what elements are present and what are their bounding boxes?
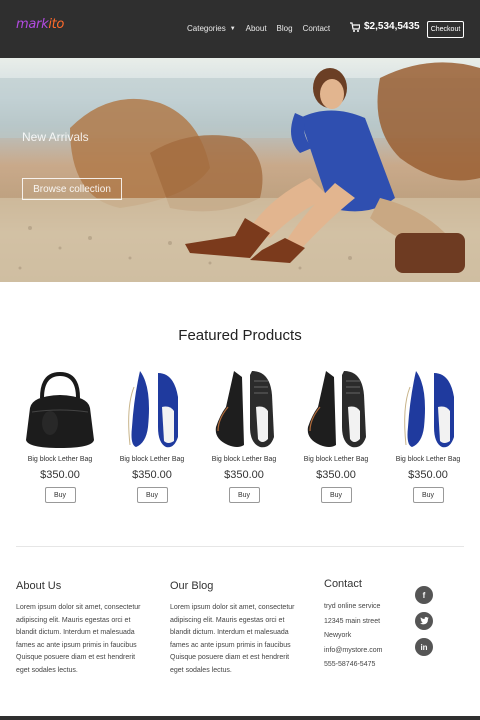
contact-street: 12345 main street	[324, 617, 381, 625]
nav-contact[interactable]: Contact	[303, 24, 331, 33]
product-name[interactable]: Big block Lether Bag	[14, 456, 106, 463]
linkedin-icon[interactable]: in	[415, 638, 433, 656]
nav-categories[interactable]: Categories ▼	[187, 24, 236, 33]
blue-shoes-icon[interactable]	[106, 366, 198, 452]
nav-about[interactable]: About	[246, 24, 267, 33]
product-name[interactable]: Big block Lether Bag	[106, 456, 198, 463]
browse-collection-button[interactable]: Browse collection	[22, 178, 122, 200]
product-name[interactable]: Big block Lether Bag	[198, 456, 290, 463]
nav-blog[interactable]: Blog	[277, 24, 293, 33]
buy-button[interactable]: Buy	[228, 487, 260, 503]
contact-title: Contact	[324, 578, 362, 590]
blog-line: fames ac ante ipsum primis in faucibus	[170, 641, 291, 649]
top-header: markito Categories ▼ About Blog Contact $…	[0, 0, 480, 58]
black-sneakers-icon[interactable]	[198, 366, 290, 452]
cart[interactable]: $2,534,5435	[350, 21, 420, 32]
blog-line: Lorem ipsum dolor sit amet, consectetur	[170, 604, 295, 611]
logo[interactable]: markito	[16, 17, 64, 32]
contact-city: Newyork	[324, 632, 352, 639]
product-price: $350.00	[40, 469, 80, 481]
contact-section: Contact tryd online service 12345 main s…	[324, 578, 410, 673]
about-line: adipiscing elit. Mauris egestas orci et	[16, 616, 131, 624]
twitter-icon[interactable]	[415, 612, 433, 630]
section-divider	[16, 546, 464, 547]
checkout-button[interactable]: Checkout	[427, 21, 464, 38]
hero-banner: New Arrivals Browse collection	[0, 58, 480, 282]
hero-image	[0, 62, 480, 282]
hero-title: New Arrivals	[22, 130, 89, 144]
black-sneakers-icon[interactable]	[290, 366, 382, 452]
about-section: About Us Lorem ipsum dolor sit amet, con…	[16, 580, 164, 677]
bottom-bar	[0, 716, 480, 720]
product-name[interactable]: Big block Lether Bag	[290, 456, 382, 463]
logo-part1: mark	[16, 17, 49, 32]
contact-email[interactable]: info@mystore.com	[324, 644, 410, 659]
about-title: About Us	[16, 580, 62, 592]
product-card[interactable]: Big block Lether Bag $350.00 Buy	[198, 366, 290, 516]
blog-line: Quisque posuere diam et est hendrerit	[170, 654, 290, 661]
product-price: $350.00	[132, 469, 172, 481]
cart-total: $2,534,5435	[364, 21, 420, 32]
main-nav: Categories ▼ About Blog Contact	[187, 24, 330, 33]
product-card[interactable]: Big block Lether Bag $350.00 Buy	[290, 366, 382, 516]
buy-button[interactable]: Buy	[44, 487, 76, 503]
blue-shoes-icon[interactable]	[382, 366, 474, 452]
product-price: $350.00	[224, 469, 264, 481]
about-line: Quisque posuere diam et est hendrerit	[16, 654, 136, 661]
blog-line: blandit dictum. Interdum et malesuada	[170, 629, 289, 636]
buy-button[interactable]: Buy	[320, 487, 352, 503]
facebook-icon[interactable]: f	[415, 586, 433, 604]
product-card[interactable]: Big block Lether Bag $350.00 Buy	[106, 366, 198, 516]
about-line: fames ac ante ipsum primis in faucibus	[16, 641, 137, 649]
bag-icon[interactable]	[14, 366, 106, 452]
logo-part2: ito	[48, 17, 65, 32]
about-line: blandit dictum. Interdum et malesuada	[16, 629, 135, 636]
product-card[interactable]: Big block Lether Bag $350.00 Buy	[14, 366, 106, 516]
contact-phone: 555-58746-5475	[324, 661, 376, 668]
buy-button[interactable]: Buy	[412, 487, 444, 503]
caret-down-icon: ▼	[229, 25, 236, 32]
product-price: $350.00	[316, 469, 356, 481]
contact-company: tryd online service	[324, 603, 381, 610]
blog-line: adipiscing elit. Mauris egestas orci et	[170, 616, 285, 624]
product-price: $350.00	[408, 469, 448, 481]
featured-title: Featured Products	[178, 327, 302, 344]
cart-icon	[350, 21, 360, 32]
nav-categories-label: Categories	[187, 24, 226, 33]
about-line: eget sodales lectus.	[16, 666, 78, 674]
blog-line: eget sodales lectus.	[170, 666, 232, 674]
product-name[interactable]: Big block Lether Bag	[382, 456, 474, 463]
blog-title: Our Blog	[170, 580, 214, 592]
social-links: f in	[415, 586, 433, 656]
product-card[interactable]: Big block Lether Bag $350.00 Buy	[382, 366, 474, 516]
about-line: Lorem ipsum dolor sit amet, consectetur	[16, 604, 141, 611]
product-grid: Big block Lether Bag $350.00 Buy Big blo…	[14, 366, 470, 516]
blog-section: Our Blog Lorem ipsum dolor sit amet, con…	[170, 580, 318, 677]
buy-button[interactable]: Buy	[136, 487, 168, 503]
